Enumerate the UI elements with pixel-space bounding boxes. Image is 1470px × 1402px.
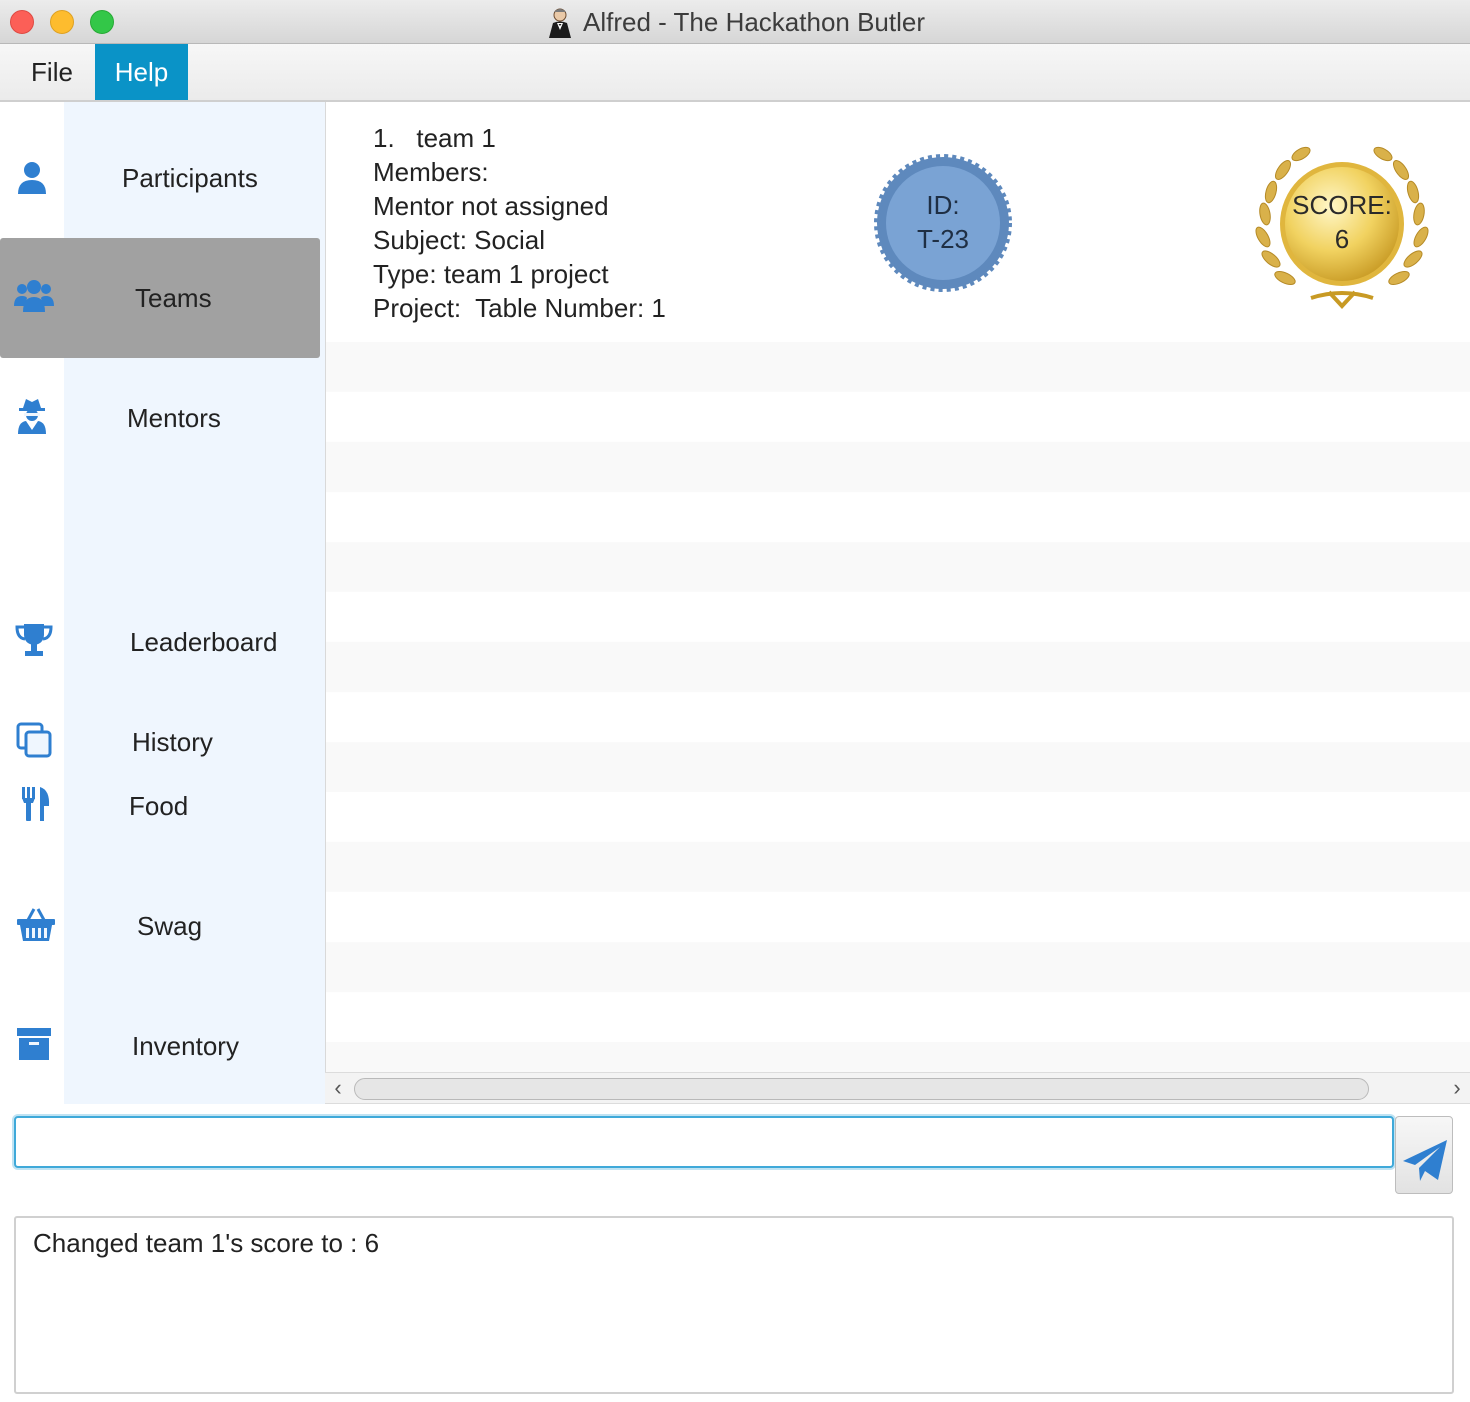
sidebar-item-mentors[interactable]: Mentors bbox=[0, 358, 320, 478]
trophy-icon bbox=[14, 620, 54, 660]
sidebar-item-swag[interactable]: Swag bbox=[0, 866, 320, 986]
sidebar: Participants Teams Mentors Leaderboard H… bbox=[0, 102, 325, 1104]
sidebar-item-history[interactable]: History bbox=[0, 682, 320, 758]
team-list[interactable]: 1. team 1 Members: Mentor not assigned S… bbox=[325, 102, 1470, 1072]
title-bar: Alfred - The Hackathon Butler bbox=[0, 0, 1470, 44]
score-value: 6 bbox=[1334, 224, 1350, 254]
sidebar-item-inventory[interactable]: Inventory bbox=[0, 986, 320, 1106]
team-project: Project: Table Number: 1 bbox=[373, 293, 666, 323]
team-id-badge: ID: T-23 bbox=[874, 188, 1012, 256]
user-icon bbox=[12, 158, 52, 198]
menu-help[interactable]: Help bbox=[95, 44, 188, 100]
result-message: Changed team 1's score to : 6 bbox=[33, 1228, 380, 1258]
id-value: T-23 bbox=[916, 224, 970, 254]
menu-bar: File Help bbox=[0, 44, 1470, 102]
utensils-icon bbox=[16, 784, 56, 824]
sidebar-item-label: Food bbox=[129, 791, 189, 821]
sidebar-item-label: Inventory bbox=[132, 1031, 239, 1061]
user-secret-icon bbox=[12, 396, 52, 436]
team-card-title: 1. team 1 bbox=[373, 123, 496, 153]
team-subject: Subject: Social bbox=[373, 225, 545, 255]
team-mentor: Mentor not assigned bbox=[373, 191, 609, 221]
paper-plane-icon bbox=[1403, 1140, 1447, 1181]
sidebar-item-participants[interactable]: Participants bbox=[0, 118, 320, 238]
command-input[interactable] bbox=[14, 1116, 1394, 1168]
scroll-thumb[interactable] bbox=[354, 1078, 1369, 1100]
menu-file[interactable]: File bbox=[10, 44, 94, 100]
sidebar-item-teams[interactable]: Teams bbox=[0, 238, 320, 358]
id-label: ID: bbox=[926, 190, 960, 220]
team-type: Type: team 1 project bbox=[373, 259, 609, 289]
shopping-basket-icon bbox=[16, 904, 56, 944]
users-icon bbox=[14, 276, 54, 316]
butler-icon bbox=[548, 8, 571, 38]
scroll-left-arrow-icon[interactable]: ‹ bbox=[327, 1077, 349, 1099]
sidebar-item-label: Leaderboard bbox=[130, 627, 278, 657]
result-display: Changed team 1's score to : 6 bbox=[14, 1216, 1454, 1394]
scroll-right-arrow-icon[interactable]: › bbox=[1446, 1077, 1468, 1099]
team-score-badge: SCORE: 6 bbox=[1251, 188, 1433, 256]
window-title: Alfred - The Hackathon Butler bbox=[582, 6, 926, 37]
sidebar-item-label: Teams bbox=[135, 283, 212, 313]
sidebar-item-food[interactable]: Food bbox=[0, 746, 320, 866]
team-members: Members: bbox=[373, 157, 489, 187]
score-label: SCORE: bbox=[1292, 190, 1392, 220]
team-card[interactable]: 1. team 1 Members: Mentor not assigned S… bbox=[326, 102, 1470, 342]
sidebar-item-label: Swag bbox=[137, 911, 203, 941]
horizontal-scrollbar[interactable]: ‹ › bbox=[325, 1072, 1470, 1104]
send-button[interactable] bbox=[1395, 1116, 1453, 1194]
archive-icon bbox=[15, 1024, 55, 1064]
sidebar-item-label: Mentors bbox=[127, 403, 221, 433]
sidebar-item-label: Participants bbox=[122, 163, 258, 193]
